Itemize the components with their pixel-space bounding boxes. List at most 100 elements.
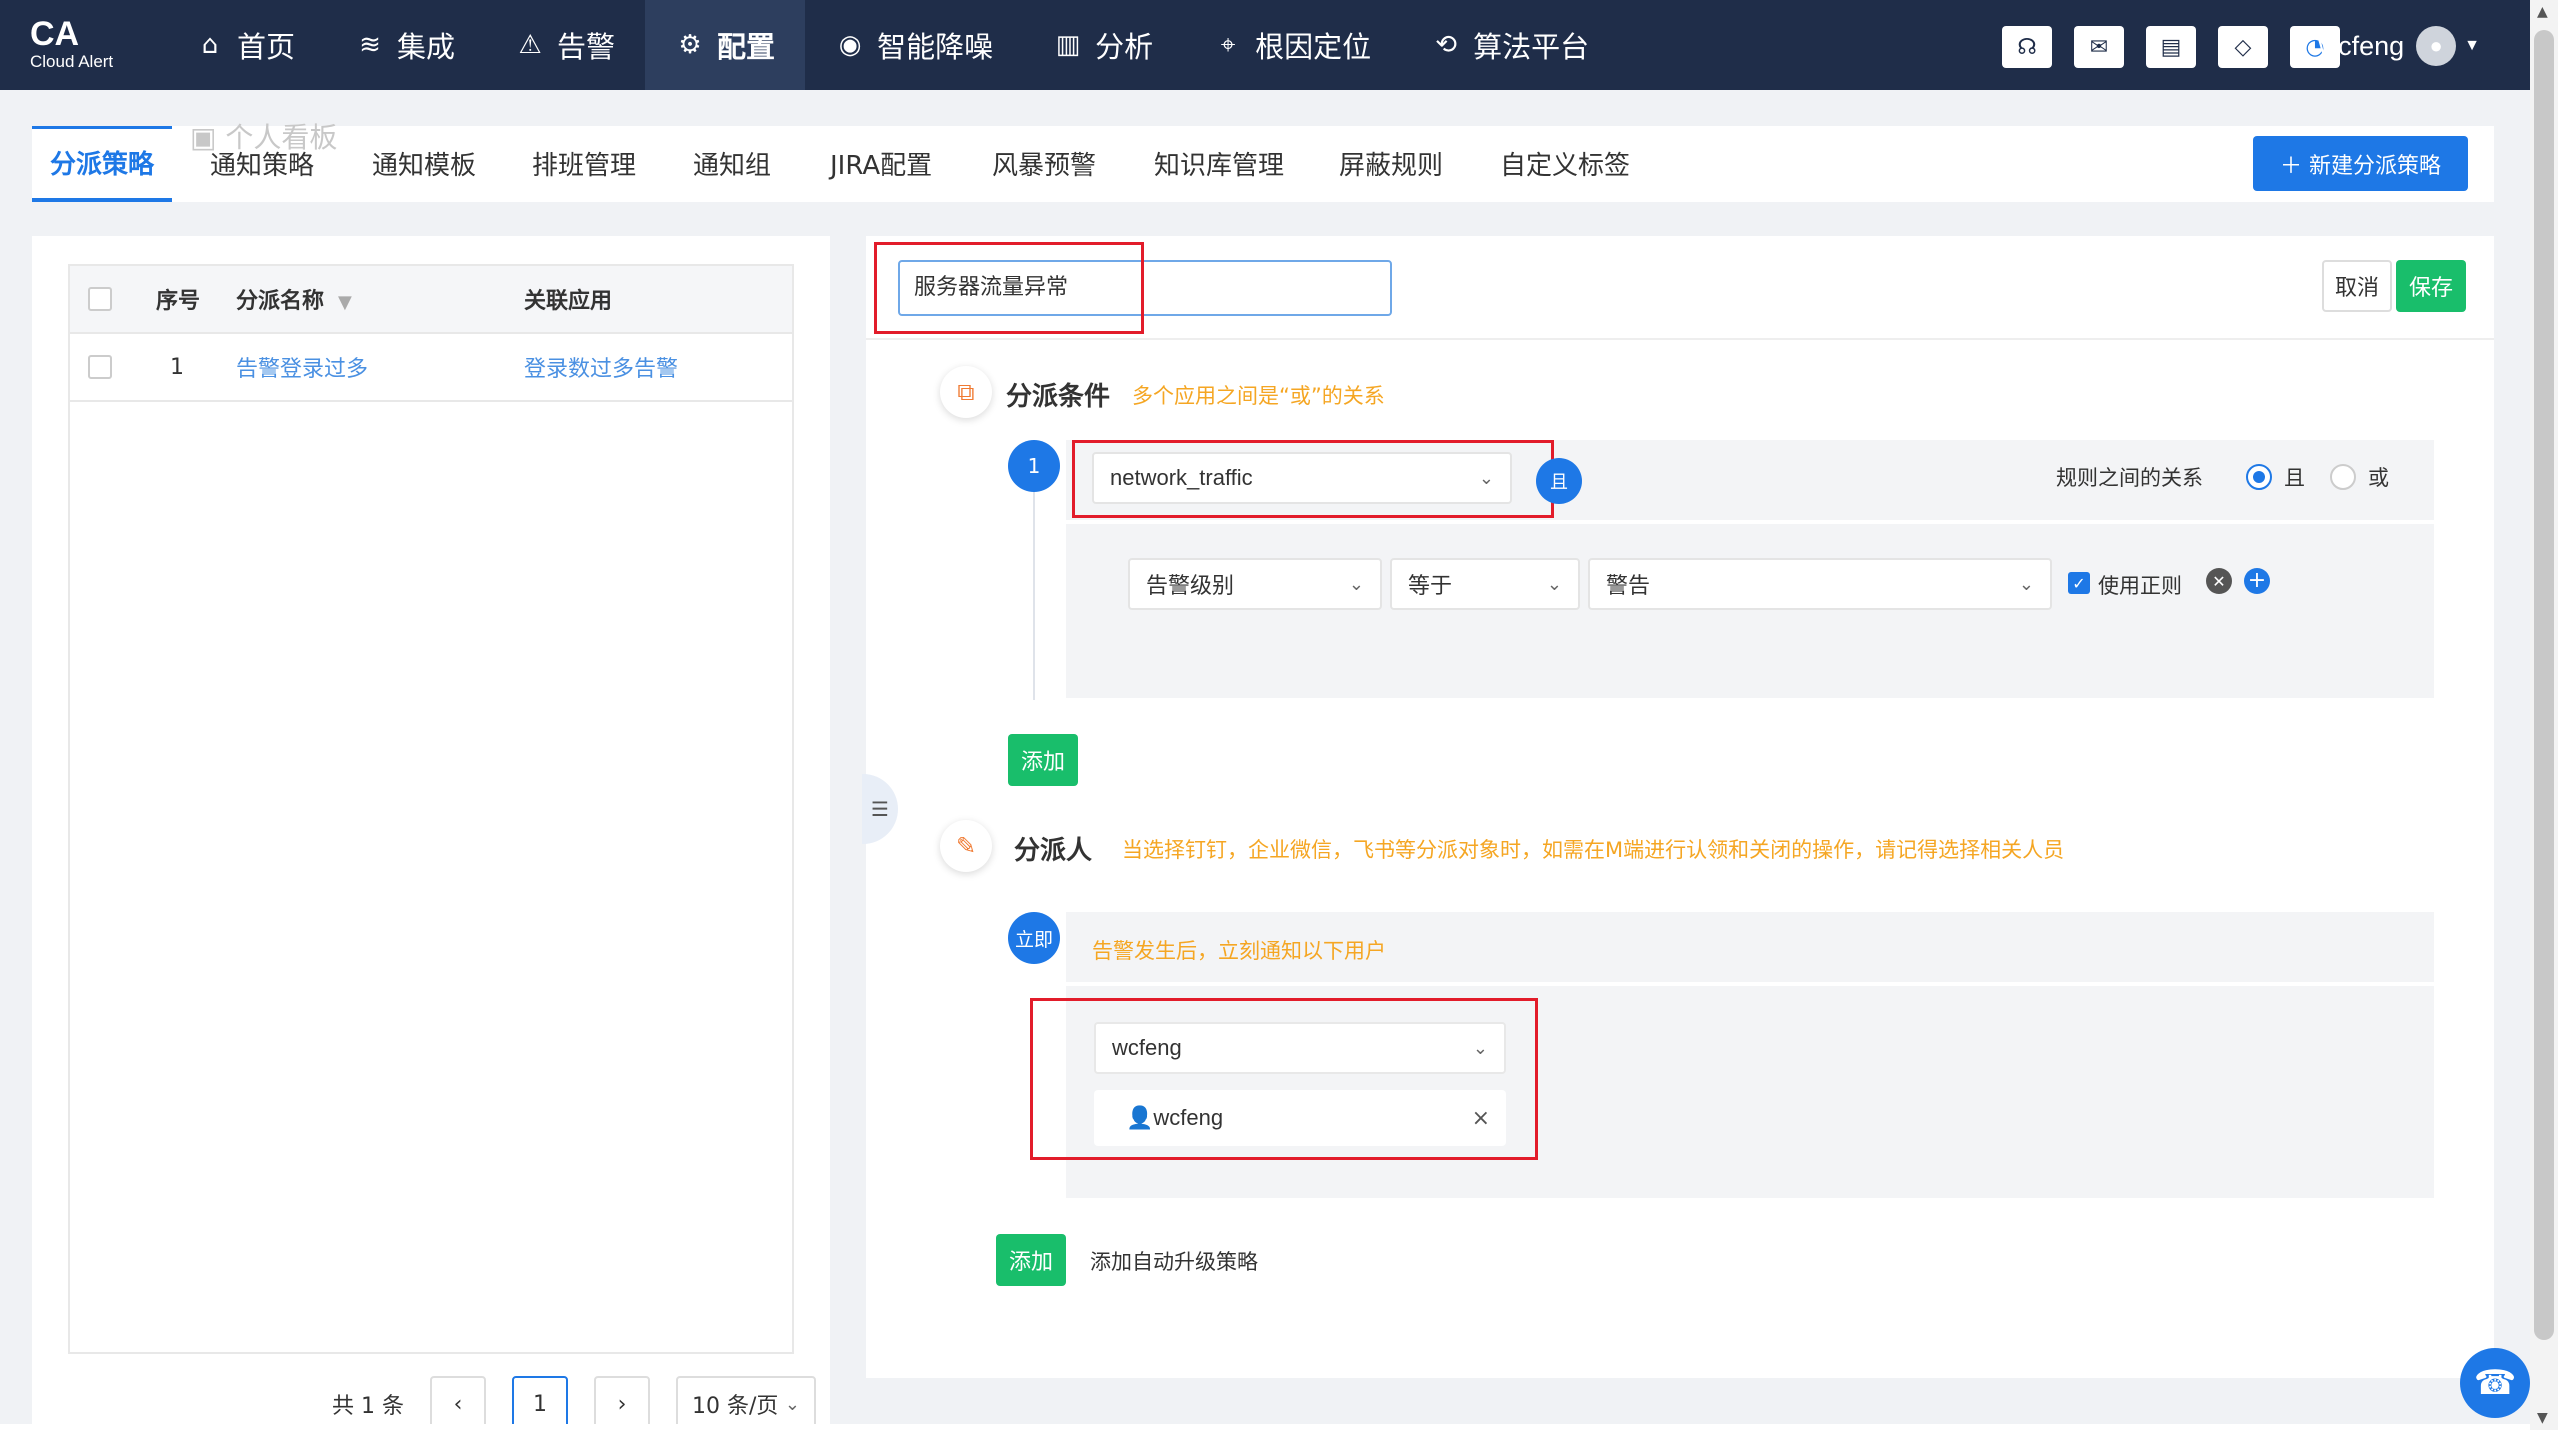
nav-label: 算法平台 — [1473, 30, 1590, 64]
tab-storm-warning[interactable]: 风暴预警 — [992, 126, 1096, 202]
divider — [866, 338, 2494, 340]
relation-label: 规则之间的关系 — [2056, 466, 2203, 490]
select-all-checkbox[interactable] — [88, 287, 112, 311]
use-regex-label: 使用正则 — [2098, 574, 2182, 598]
bottom-edge — [0, 1424, 2530, 1430]
diamond-icon[interactable]: ◇ — [2218, 26, 2268, 68]
remove-rule-icon[interactable]: ✕ — [2206, 568, 2232, 594]
save-button[interactable]: 保存 — [2396, 260, 2466, 312]
page-scrollbar[interactable]: ▲ ▼ — [2530, 0, 2558, 1430]
nav-label: 根因定位 — [1255, 30, 1372, 64]
prev-page-button[interactable]: ‹ — [429, 1376, 486, 1430]
relation-or-radio[interactable] — [2330, 464, 2356, 490]
nav-item-root-cause[interactable]: ⌖ 根因定位 — [1183, 0, 1401, 90]
nav-item-noise-reduction[interactable]: ◉ 智能降噪 — [805, 0, 1023, 90]
highlight-box-name — [874, 242, 1144, 334]
tab-jira-config[interactable]: JIRA配置 — [830, 126, 932, 202]
algorithm-icon: ⟲ — [1435, 30, 1457, 60]
tab-dispatch-policy[interactable]: 分派策略 — [32, 126, 173, 202]
relation-and-radio[interactable] — [2246, 464, 2272, 490]
header-name-label: 分派名称 — [236, 289, 325, 314]
nav-item-analysis[interactable]: ▥ 分析 — [1023, 0, 1183, 90]
nav-label: 告警 — [557, 30, 616, 64]
chevron-down-icon: ⌄ — [1348, 573, 1364, 595]
page-size-select[interactable]: 10 条/页 ⌄ — [675, 1376, 816, 1430]
chevron-down-icon: ⌄ — [784, 1393, 800, 1415]
immediate-note: 告警发生后，立刻通知以下用户 — [1092, 939, 1386, 963]
cancel-button[interactable]: 取消 — [2322, 260, 2392, 312]
layers-icon: ≋ — [359, 30, 381, 60]
ghost-label: 个人看板 — [225, 121, 338, 154]
nav-label: 分析 — [1095, 30, 1154, 64]
brand-logo[interactable]: CA Cloud Alert — [0, 17, 165, 73]
header-name: 分派名称 ▼ — [236, 283, 352, 315]
inbox-icon[interactable]: ✉ — [2074, 26, 2124, 68]
support-icon[interactable]: ☊ — [2002, 26, 2052, 68]
table-row[interactable]: 1 告警登录过多 登录数过多告警 — [70, 334, 792, 402]
tab-custom-tags[interactable]: 自定义标签 — [1500, 126, 1630, 202]
rule-value-value: 警告 — [1606, 574, 1651, 599]
highlight-box-user — [1030, 998, 1538, 1160]
tab-schedule[interactable]: 排班管理 — [532, 126, 636, 202]
tab-mask-rules[interactable]: 屏蔽规则 — [1339, 126, 1443, 202]
home-icon: ⌂ — [201, 30, 219, 60]
policy-list-panel: 序号 分派名称 ▼ 关联应用 1 告警登录过多 登录数过多告警 共 1 条 ‹ 1… — [32, 236, 830, 1430]
noise-icon: ◉ — [838, 30, 862, 60]
tab-notify-template[interactable]: 通知模板 — [372, 126, 476, 202]
rule-operator-value: 等于 — [1408, 574, 1453, 599]
add-escalation-button[interactable]: 添加 — [996, 1234, 1066, 1286]
assignee-note: 当选择钉钉，企业微信，飞书等分派对象时，如需在M端进行认领和关闭的操作，请记得选… — [1122, 838, 2065, 862]
page-size-value: 10 条/页 — [691, 1394, 779, 1419]
row-name-link[interactable]: 告警登录过多 — [236, 351, 368, 383]
nav-item-config[interactable]: ⚙ 配置 — [645, 0, 806, 90]
rule-value-select[interactable]: 警告 ⌄ — [1588, 558, 2052, 610]
rule-field-select[interactable]: 告警级别 ⌄ — [1128, 558, 1382, 610]
toolbar-icons: ☊ ✉ ▤ ◇ ◔ — [2002, 26, 2340, 68]
condition-index-badge: 1 — [1008, 440, 1060, 492]
pagination-total: 共 1 条 — [332, 1394, 404, 1419]
tab-knowledge-base[interactable]: 知识库管理 — [1154, 126, 1284, 202]
nav-label: 配置 — [717, 30, 776, 64]
add-condition-button[interactable]: 添加 — [1008, 734, 1078, 786]
policy-editor-panel — [866, 236, 2494, 1378]
highlight-box-app — [1072, 440, 1554, 518]
alarm-light-icon: ⚠ — [518, 30, 542, 60]
brand-title: CA — [30, 15, 80, 53]
nav-item-algorithm[interactable]: ⟲ 算法平台 — [1401, 0, 1619, 90]
row-app-link[interactable]: 登录数过多告警 — [524, 351, 678, 383]
rule-operator-select[interactable]: 等于 ⌄ — [1390, 558, 1580, 610]
nav-item-integration[interactable]: ≋ 集成 — [325, 0, 485, 90]
filter-icon[interactable]: ▼ — [338, 292, 352, 313]
user-menu[interactable]: wcfeng ● ▼ — [2319, 26, 2480, 66]
help-chat-icon[interactable]: ☎ — [2460, 1348, 2530, 1418]
username: wcfeng — [2318, 30, 2405, 61]
page-1-button[interactable]: 1 — [511, 1376, 568, 1430]
board-icon: ▣ — [190, 121, 226, 154]
relation-and-label: 且 — [2284, 466, 2305, 490]
nav-label: 集成 — [397, 30, 456, 64]
book-icon[interactable]: ▤ — [2146, 26, 2196, 68]
scroll-up-icon[interactable]: ▲ — [2537, 4, 2548, 20]
next-page-button[interactable]: › — [593, 1376, 650, 1430]
immediate-badge: 立即 — [1008, 912, 1060, 964]
top-navbar: CA Cloud Alert ⌂ 首页 ≋ 集成 ⚠ 告警 ⚙ 配置 ◉ 智能降噪 ▥ 分析… — [0, 0, 2530, 90]
nav-label: 首页 — [237, 30, 296, 64]
add-rule-icon[interactable]: + — [2244, 568, 2270, 594]
chevron-down-icon: ▼ — [2464, 37, 2480, 54]
scroll-down-icon[interactable]: ▼ — [2537, 1410, 2548, 1426]
conditions-title: 分派条件 — [1006, 382, 1111, 412]
timeline-line — [1033, 480, 1035, 700]
scrollbar-thumb[interactable] — [2534, 30, 2554, 1340]
nav-item-alerts[interactable]: ⚠ 告警 — [485, 0, 645, 90]
bar-chart-icon: ▥ — [1055, 30, 1081, 60]
tab-notify-group[interactable]: 通知组 — [693, 126, 771, 202]
new-dispatch-policy-button[interactable]: ＋ 新建分派策略 — [2253, 136, 2468, 191]
table-header: 序号 分派名称 ▼ 关联应用 — [70, 266, 792, 334]
nav-item-home[interactable]: ⌂ 首页 — [165, 0, 325, 90]
condition-rules-area — [1066, 524, 2434, 698]
row-checkbox[interactable] — [88, 355, 112, 379]
use-regex-checkbox[interactable]: ✓ — [2068, 572, 2090, 594]
config-tabs: 分派策略 通知策略 通知模板 排班管理 通知组 JIRA配置 风暴预警 知识库管… — [32, 126, 2494, 202]
main-nav: ⌂ 首页 ≋ 集成 ⚠ 告警 ⚙ 配置 ◉ 智能降噪 ▥ 分析 ⌖ 根因定位 ⟲ 算法平台 — [165, 0, 1619, 90]
assignee-title: 分派人 — [1014, 836, 1093, 866]
